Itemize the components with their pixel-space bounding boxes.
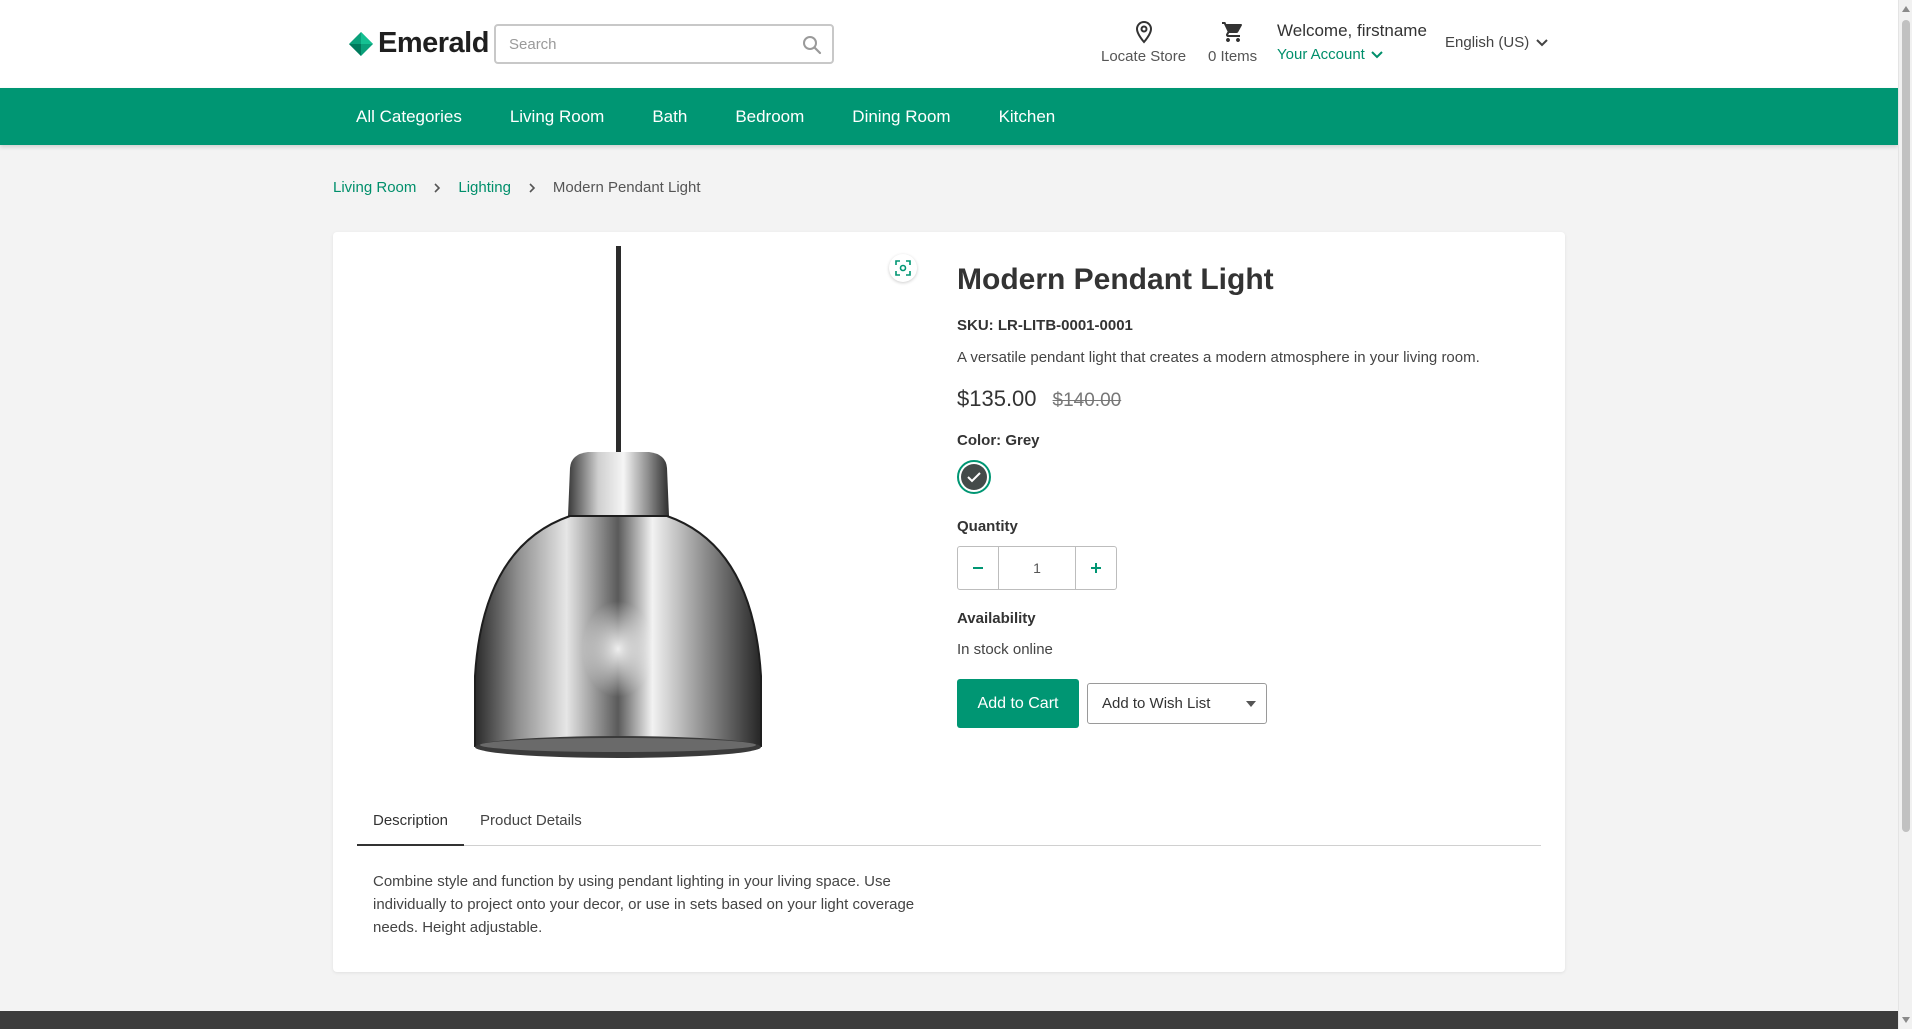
color-swatch-grey[interactable] [957, 460, 991, 494]
footer [0, 1011, 1898, 1029]
quantity-stepper [957, 546, 1117, 590]
brand-name: Emerald [378, 27, 489, 59]
availability-value: In stock online [957, 641, 1053, 658]
tab-description[interactable]: Description [357, 804, 465, 846]
language-selector[interactable]: English (US) [1445, 34, 1548, 51]
product-card: Modern Pendant Light SKU: LR-LITB-0001-0… [333, 232, 1565, 972]
locate-store-link[interactable]: Locate Store [1101, 20, 1186, 65]
page-scrollbar[interactable] [1898, 0, 1912, 1029]
nav-item-bath[interactable]: Bath [652, 107, 687, 127]
quantity-decrease-button[interactable] [958, 547, 998, 589]
nav-item-all-categories[interactable]: All Categories [356, 107, 462, 127]
breadcrumb-current: Modern Pendant Light [552, 179, 701, 196]
search-box [494, 24, 834, 64]
chevron-right-icon [529, 182, 536, 193]
minus-icon [973, 567, 983, 569]
chevron-down-icon [1536, 38, 1548, 46]
breadcrumb-living-room[interactable]: Living Room [333, 179, 416, 196]
zoom-icon [895, 260, 911, 276]
scroll-up-arrow[interactable] [1902, 6, 1910, 12]
quantity-input[interactable] [998, 547, 1076, 589]
product-short-description: A versatile pendant light that creates a… [957, 349, 1480, 366]
locate-store-label: Locate Store [1101, 48, 1187, 65]
tab-product-details[interactable]: Product Details [464, 804, 598, 846]
description-text: Combine style and function by using pend… [373, 873, 915, 936]
cart-count-label: 0 Items [1208, 48, 1258, 65]
quantity-label: Quantity [957, 518, 1018, 535]
availability-label: Availability [957, 610, 1036, 627]
chevron-down-icon [1371, 50, 1383, 58]
scroll-down-arrow[interactable] [1902, 1017, 1910, 1023]
your-account-dropdown[interactable]: Your Account [1277, 46, 1427, 63]
price-row: $135.00 $140.00 [957, 386, 1121, 412]
location-pin-icon [1135, 20, 1152, 44]
breadcrumb: Living Room Lighting Modern Pendant Ligh… [333, 179, 701, 196]
welcome-text: Welcome, firstname [1277, 21, 1427, 40]
product-sku: SKU: LR-LITB-0001-0001 [957, 317, 1133, 334]
product-image [474, 246, 762, 758]
add-to-cart-button[interactable]: Add to Cart [957, 679, 1079, 728]
breadcrumb-lighting[interactable]: Lighting [458, 179, 511, 196]
category-nav: All Categories Living Room Bath Bedroom … [0, 88, 1898, 145]
nav-item-bedroom[interactable]: Bedroom [735, 107, 804, 127]
caret-down-icon[interactable] [1236, 684, 1266, 723]
zoom-button[interactable] [889, 254, 917, 282]
diamond-logo-icon [349, 31, 373, 56]
nav-item-kitchen[interactable]: Kitchen [999, 107, 1056, 127]
scroll-thumb[interactable] [1902, 20, 1910, 832]
account-menu: Welcome, firstname Your Account [1277, 21, 1427, 63]
search-icon[interactable] [802, 35, 822, 55]
product-title: Modern Pendant Light [957, 263, 1274, 296]
your-account-label: Your Account [1277, 46, 1365, 63]
color-label: Color: Grey [957, 432, 1040, 449]
quantity-increase-button[interactable] [1076, 547, 1116, 589]
checkmark-icon [967, 472, 981, 483]
search-input[interactable] [496, 26, 832, 62]
cart-icon [1221, 22, 1242, 42]
nav-item-living-room[interactable]: Living Room [510, 107, 605, 127]
product-price: $135.00 [957, 386, 1037, 411]
site-header: Emerald Locate Store 0 Items Welcome, fi… [0, 0, 1898, 88]
swatch-fill [961, 464, 987, 490]
product-tabs: Description Product Details [357, 804, 1541, 846]
add-to-wishlist-label: Add to Wish List [1102, 695, 1211, 712]
cart-link[interactable]: 0 Items [1208, 20, 1257, 65]
brand-logo[interactable]: Emerald [348, 27, 489, 60]
product-original-price: $140.00 [1052, 390, 1122, 411]
add-to-wishlist-dropdown[interactable]: Add to Wish List [1087, 683, 1267, 724]
language-label: English (US) [1445, 34, 1530, 51]
plus-icon [1091, 563, 1101, 573]
chevron-right-icon [434, 182, 441, 193]
nav-item-dining-room[interactable]: Dining Room [852, 107, 950, 127]
